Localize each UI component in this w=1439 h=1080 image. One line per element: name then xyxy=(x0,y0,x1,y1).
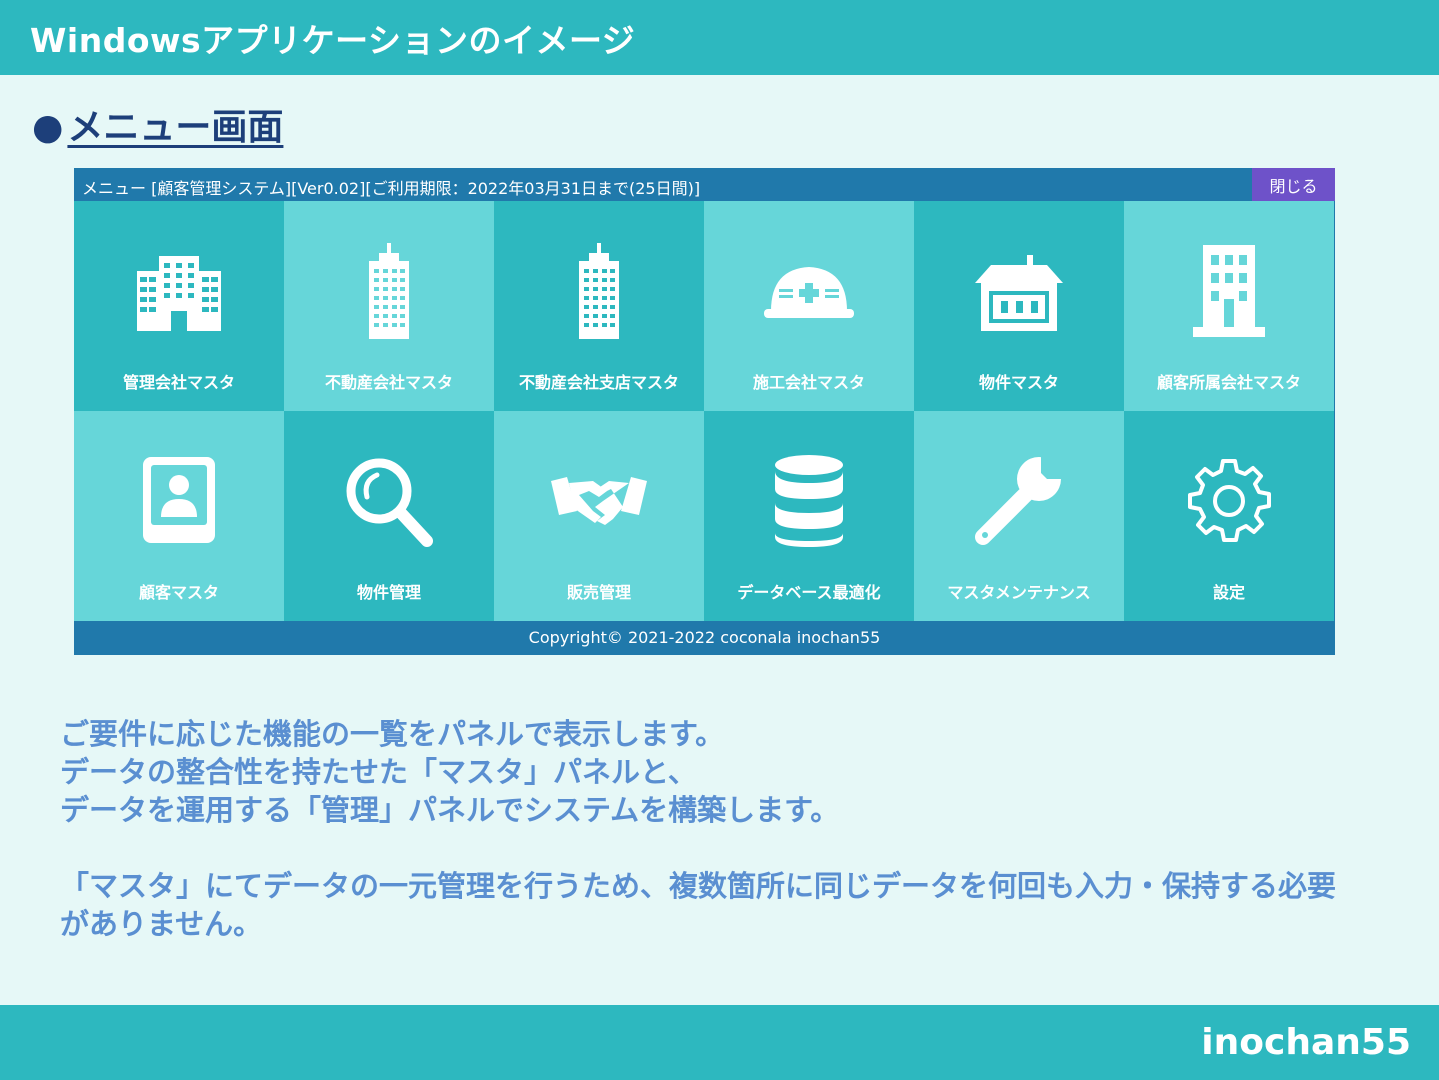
tile-settings[interactable]: 設定 xyxy=(1124,411,1334,621)
tile-label: 販売管理 xyxy=(566,583,631,602)
close-button[interactable]: 閉じる xyxy=(1252,168,1335,201)
tile-label: データベース最適化 xyxy=(737,583,881,602)
handshake-icon xyxy=(549,451,649,551)
tile-customer-master[interactable]: 顧客マスタ xyxy=(74,411,284,621)
office-buildings-icon xyxy=(129,241,229,341)
copyright-footer: Copyright© 2021-2022 coconala inochan55 xyxy=(74,621,1335,655)
tile-property-master[interactable]: 物件マスタ xyxy=(914,201,1124,411)
tile-property-management[interactable]: 物件管理 xyxy=(284,411,494,621)
tower-building-icon xyxy=(549,241,649,341)
window-title: メニュー [顧客管理システム][Ver0.02][ご利用期限：2022年03月3… xyxy=(82,179,701,198)
house-icon xyxy=(969,241,1069,341)
tile-label: 設定 xyxy=(1212,583,1245,602)
tile-label: 管理会社マスタ xyxy=(122,373,235,392)
tile-real-estate-branch-master[interactable]: 不動産会社支店マスタ xyxy=(494,201,704,411)
tile-label: 顧客所属会社マスタ xyxy=(1156,373,1301,392)
description-line: ご要件に応じた機能の一覧をパネルで表示します。 xyxy=(60,717,725,751)
section-heading: ● メニュー画面 xyxy=(32,98,283,150)
menu-window: メニュー [顧客管理システム][Ver0.02][ご利用期限：2022年03月3… xyxy=(74,168,1335,655)
slide-header: Windowsアプリケーションのイメージ xyxy=(0,0,1439,75)
magnifier-icon xyxy=(339,451,439,551)
tile-sales-management[interactable]: 販売管理 xyxy=(494,411,704,621)
tile-management-company-master[interactable]: 管理会社マスタ xyxy=(74,201,284,411)
database-icon xyxy=(759,451,859,551)
tile-customer-company-master[interactable]: 顧客所属会社マスタ xyxy=(1124,201,1334,411)
window-titlebar: メニュー [顧客管理システム][Ver0.02][ご利用期限：2022年03月3… xyxy=(74,168,1335,201)
gear-icon xyxy=(1179,451,1279,551)
author-name: inochan55 xyxy=(1201,1022,1411,1063)
bullet-icon: ● xyxy=(32,107,64,148)
hard-hat-icon xyxy=(759,241,859,341)
tile-label: 物件マスタ xyxy=(978,373,1059,392)
tile-real-estate-company-master[interactable]: 不動産会社マスタ xyxy=(284,201,494,411)
menu-tile-grid: 管理会社マスタ 不動産会社マスタ 不動産会社支店マスタ 施工会社マスタ 物件マス… xyxy=(74,201,1335,621)
description-paragraph: 「マスタ」にてデータの一元管理を行うため、複数箇所に同じデータを何回も入力・保持… xyxy=(60,869,1337,941)
tile-construction-company-master[interactable]: 施工会社マスタ xyxy=(704,201,914,411)
tile-master-maintenance[interactable]: マスタメンテナンス xyxy=(914,411,1124,621)
tile-label: 顧客マスタ xyxy=(138,583,219,602)
tile-database-optimization[interactable]: データベース最適化 xyxy=(704,411,914,621)
contact-card-icon xyxy=(129,451,229,551)
wrench-icon xyxy=(969,451,1069,551)
tile-label: 不動産会社マスタ xyxy=(324,373,453,392)
tile-label: マスタメンテナンス xyxy=(947,583,1091,602)
section-heading-text: メニュー画面 xyxy=(67,107,284,148)
slide-title: Windowsアプリケーションのイメージ xyxy=(30,21,636,60)
description-text: ご要件に応じた機能の一覧をパネルで表示します。 データの整合性を持たせた「マスタ… xyxy=(60,715,1380,943)
tile-label: 不動産会社支店マスタ xyxy=(518,373,679,392)
tower-building-icon xyxy=(339,241,439,341)
slide-footer: inochan55 xyxy=(0,1005,1439,1080)
company-building-icon xyxy=(1179,241,1279,341)
tile-label: 施工会社マスタ xyxy=(752,373,865,392)
tile-label: 物件管理 xyxy=(356,583,421,602)
description-line: データの整合性を持たせた「マスタ」パネルと、 xyxy=(60,755,697,789)
description-line: データを運用する「管理」パネルでシステムを構築します。 xyxy=(60,793,840,827)
